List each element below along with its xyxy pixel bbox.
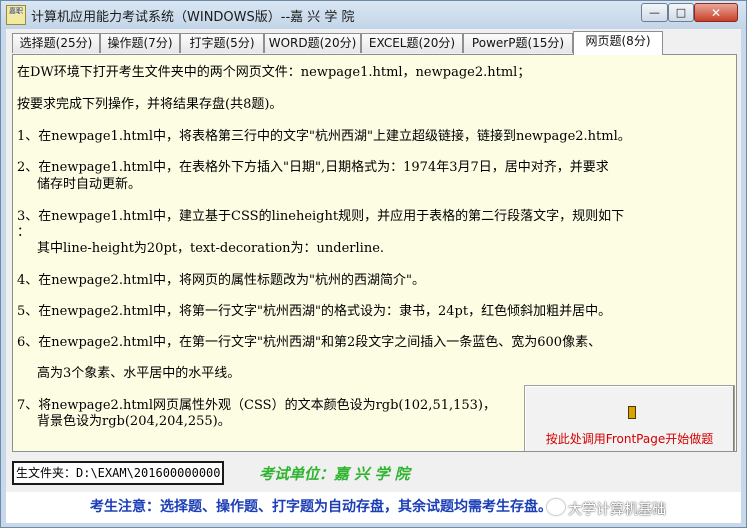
- question-3-cont: ：: [17, 225, 31, 240]
- instruction-line: 按要求完成下列操作，并将结果存盘(共8题)。: [17, 97, 283, 112]
- tab-word[interactable]: WORD题(20分): [264, 33, 361, 53]
- app-logo-icon: 嘉职: [6, 5, 26, 25]
- window-title: 计算机应用能力考试系统（WINDOWS版）--嘉 兴 学 院: [31, 10, 355, 25]
- question-3-detail: 其中line-height为20pt，text-decoration为：unde…: [37, 241, 385, 256]
- maximize-button[interactable]: □: [668, 3, 694, 22]
- question-4: 4、在newpage2.html中，将网页的属性标题改为"杭州的西湖简介"。: [17, 273, 425, 288]
- question-5: 5、在newpage2.html中，将第一行文字"杭州西湖"的格式设为：隶书，2…: [17, 304, 612, 319]
- tab-powerpoint[interactable]: PowerP题(15分): [463, 33, 573, 53]
- client-area: 选择题(25分) 操作题(7分) 打字题(5分) WORD题(20分) EXCE…: [6, 29, 741, 523]
- question-6: 6、在newpage2.html中，在第一行文字"杭州西湖"和第2段文字之间插入…: [17, 335, 602, 350]
- exam-unit-label: 考试单位：嘉 兴 学 院: [259, 465, 410, 483]
- title-bar[interactable]: 嘉职 计算机应用能力考试系统（WINDOWS版）--嘉 兴 学 院 — □ ✕: [1, 1, 746, 29]
- question-6-cont: 高为3个象素、水平居中的水平线。: [37, 366, 241, 381]
- app-window: 嘉职 计算机应用能力考试系统（WINDOWS版）--嘉 兴 学 院 — □ ✕ …: [0, 0, 747, 528]
- tab-webpage[interactable]: 网页题(8分): [573, 31, 663, 55]
- tab-operation[interactable]: 操作题(7分): [100, 33, 180, 53]
- watermark-text: 大学计算机基础: [568, 502, 666, 518]
- minimize-button[interactable]: —: [641, 3, 668, 22]
- question-1: 1、在newpage1.html中，将表格第三行中的文字"杭州西湖"上建立超级链…: [17, 129, 631, 144]
- intro-line: 在DW环境下打开考生文件夹中的两个网页文件：newpage1.html，newp…: [17, 65, 531, 80]
- launch-frontpage-label: 按此处调用FrontPage开始做题: [545, 432, 714, 446]
- question-3: 3、在newpage1.html中，建立基于CSS的lineheight规则，并…: [17, 209, 625, 224]
- question-7-cont: 背景色设为rgb(204,204,255)。: [37, 414, 231, 429]
- tab-choice[interactable]: 选择题(25分): [12, 33, 100, 53]
- close-button[interactable]: ✕: [694, 3, 738, 22]
- launch-frontpage-button[interactable]: 按此处调用FrontPage开始做题: [524, 385, 735, 451]
- pointer-icon: [628, 406, 636, 419]
- tab-typing[interactable]: 打字题(5分): [180, 33, 264, 53]
- question-panel: 在DW环境下打开考生文件夹中的两个网页文件：newpage1.html，newp…: [12, 54, 737, 452]
- watermark-logo-icon: [547, 499, 565, 515]
- tab-excel[interactable]: EXCEL题(20分): [361, 33, 463, 53]
- exam-folder-field[interactable]: 生文件夹：D:\EXAM\2016000000001: [12, 461, 224, 485]
- question-2-cont: 储存时自动更新。: [37, 177, 142, 192]
